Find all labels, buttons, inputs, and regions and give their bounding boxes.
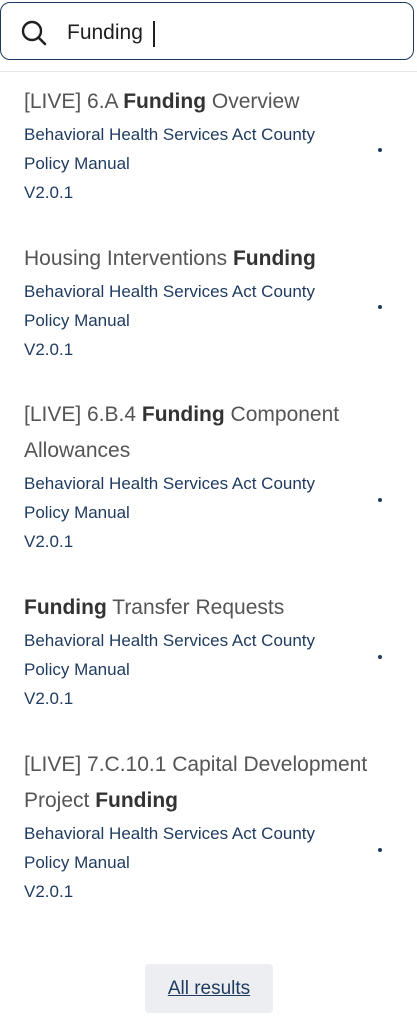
- result-title[interactable]: Housing Interventions Funding: [24, 241, 384, 277]
- result-menu-dot: [378, 305, 382, 309]
- result-title-match: Funding: [232, 247, 316, 270]
- search-result-2[interactable]: Housing Interventions Funding Behavioral…: [24, 241, 404, 364]
- result-title-pre: [LIVE] 6.A: [24, 90, 124, 113]
- result-source: Behavioral Health Services Act County Po…: [24, 631, 316, 679]
- result-title[interactable]: [LIVE] 7.C.10.1 Capital Development Proj…: [24, 747, 384, 819]
- result-title-post: Transfer Requests: [106, 596, 285, 619]
- divider: [0, 71, 417, 72]
- result-title-pre: [LIVE] 6.B.4: [24, 403, 142, 426]
- result-title-pre: Housing Interventions: [24, 247, 233, 270]
- result-title[interactable]: [LIVE] 6.A Funding Overview: [24, 84, 384, 120]
- result-menu-dot: [378, 498, 382, 502]
- search-result-4[interactable]: Funding Transfer Requests Behavioral Hea…: [24, 590, 404, 713]
- result-title-match: Funding: [141, 403, 225, 426]
- search-result-5[interactable]: [LIVE] 7.C.10.1 Capital Development Proj…: [24, 747, 404, 906]
- result-version: V2.0.1: [24, 882, 74, 901]
- result-title-match: Funding: [95, 789, 179, 812]
- result-title[interactable]: [LIVE] 6.B.4 Funding Component Allowance…: [24, 397, 384, 469]
- search-result-1[interactable]: [LIVE] 6.A Funding Overview Behavioral H…: [24, 84, 404, 207]
- search-input[interactable]: [67, 17, 397, 49]
- search-box[interactable]: [0, 2, 414, 60]
- result-version: V2.0.1: [24, 340, 74, 359]
- all-results-button[interactable]: All results: [145, 964, 273, 1013]
- result-title-match: Funding: [24, 596, 107, 619]
- result-source: Behavioral Health Services Act County Po…: [24, 824, 316, 872]
- search-result-3[interactable]: [LIVE] 6.B.4 Funding Component Allowance…: [24, 397, 404, 556]
- result-menu-dot: [378, 655, 382, 659]
- result-version: V2.0.1: [24, 689, 74, 708]
- result-menu-dot: [378, 848, 382, 852]
- result-title-match: Funding: [123, 90, 207, 113]
- result-title-post: Overview: [206, 90, 300, 113]
- result-source: Behavioral Health Services Act County Po…: [24, 474, 316, 522]
- result-title-pre: [LIVE] 7.C.10.1 Capital Development Proj…: [24, 753, 368, 812]
- result-source: Behavioral Health Services Act County Po…: [24, 125, 316, 173]
- result-source: Behavioral Health Services Act County Po…: [24, 282, 316, 330]
- result-version: V2.0.1: [24, 183, 74, 202]
- search-icon: [21, 20, 47, 46]
- result-version: V2.0.1: [24, 532, 74, 551]
- text-caret: [153, 21, 155, 47]
- result-title[interactable]: Funding Transfer Requests: [24, 590, 384, 626]
- result-menu-dot: [378, 148, 382, 152]
